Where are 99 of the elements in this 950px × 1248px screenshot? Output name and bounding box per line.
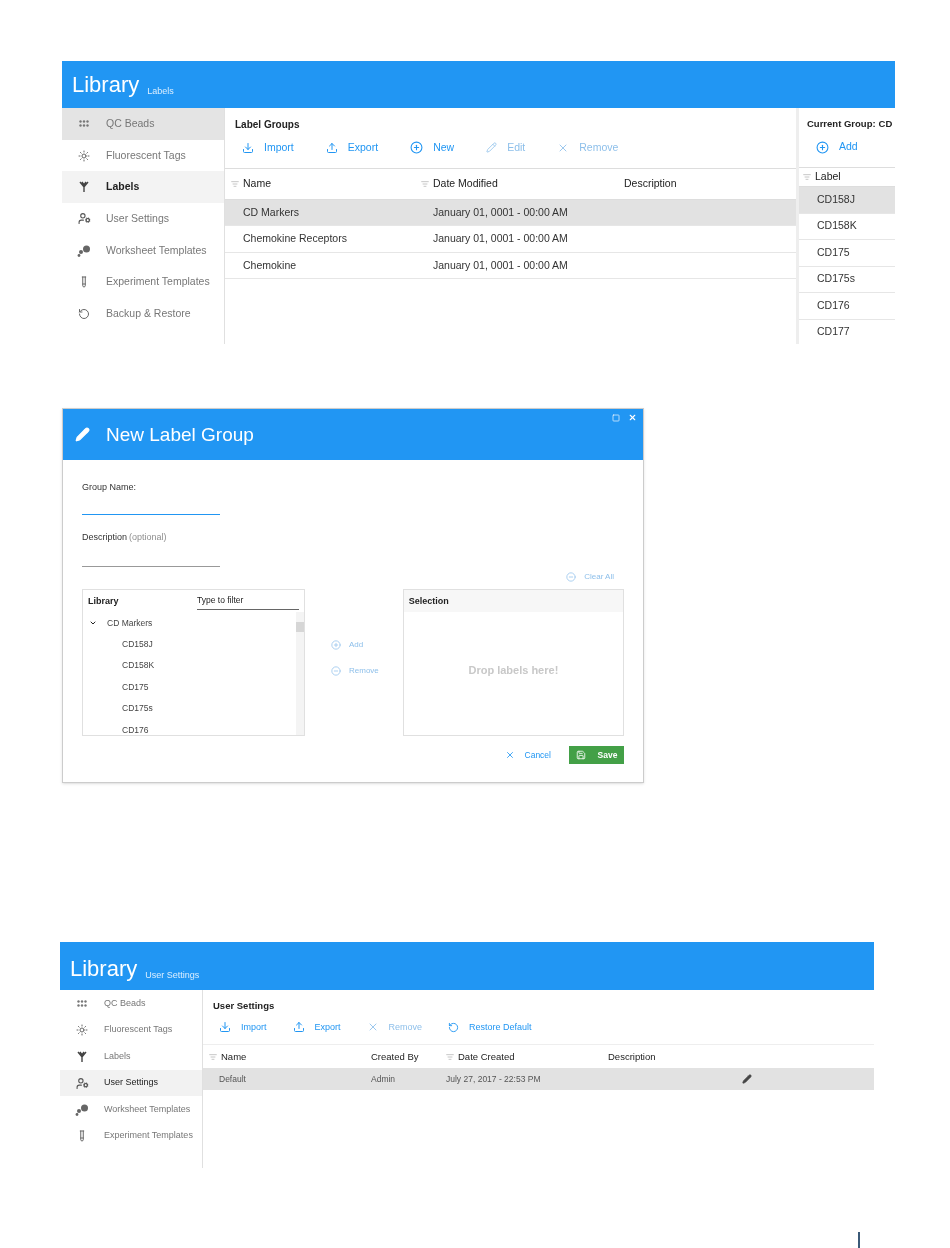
- label-row[interactable]: CD158J: [799, 187, 895, 214]
- sidebar-item[interactable]: Labels: [62, 171, 224, 204]
- panel-title: Library: [88, 594, 120, 608]
- sun-icon: [76, 1024, 88, 1037]
- cancel-button[interactable]: Cancel: [504, 749, 551, 762]
- maximize-button[interactable]: [612, 413, 620, 422]
- user-gear-icon: [75, 1076, 89, 1090]
- toolbar-button[interactable]: Restore Default: [448, 1020, 532, 1035]
- tree-item[interactable]: CD158K: [89, 654, 296, 677]
- sidebar-label: Experiment Templates: [104, 1129, 193, 1143]
- sort-icon: [446, 1052, 454, 1061]
- dots-icon: [77, 1000, 87, 1008]
- field-label: Group Name:: [82, 481, 138, 495]
- panel-title: Current Group:: [807, 117, 876, 131]
- restore-icon: [78, 307, 90, 320]
- app-subtitle: Labels: [147, 87, 174, 96]
- column-header[interactable]: Description: [616, 175, 790, 192]
- scrollbar[interactable]: [296, 612, 304, 736]
- column-header[interactable]: Date Modified: [421, 175, 616, 192]
- sidebar-label: User Settings: [104, 1076, 159, 1090]
- filter-input[interactable]: Type to filter: [197, 592, 299, 610]
- sidebar-item[interactable]: User Settings: [60, 1069, 202, 1097]
- sidebar-label: Worksheet Templates: [106, 242, 207, 258]
- sidebar-label: Worksheet Templates: [104, 1102, 191, 1116]
- sun-icon: [78, 149, 90, 162]
- dialog-title: New Label Group: [106, 422, 254, 447]
- sidebar-label: Fluorescent Tags: [104, 1023, 173, 1037]
- download-icon: [242, 141, 254, 154]
- toolbar-button[interactable]: Export: [325, 140, 379, 156]
- sidebar-label: Labels: [104, 1049, 131, 1063]
- tree-item[interactable]: CD175s: [89, 697, 296, 720]
- column-header[interactable]: Name: [231, 175, 421, 192]
- tree-item[interactable]: CD158J: [89, 633, 296, 655]
- tree-item[interactable]: CD175: [89, 676, 296, 698]
- table-cell-text: Admin: [371, 1072, 397, 1086]
- pencil-icon[interactable]: [742, 1074, 752, 1085]
- download-icon: [219, 1021, 231, 1034]
- panel-title: User Settings: [212, 999, 276, 1014]
- toolbar-button[interactable]: Import: [219, 1020, 267, 1035]
- table-cell-text: January 01, 0001 - 00:00 AM: [433, 257, 569, 273]
- table-cell-text: July 27, 2017 - 22:53 PM: [446, 1072, 542, 1086]
- table-row[interactable]: CD Markers January 01, 0001 - 00:00 AM: [225, 199, 796, 227]
- upload-icon: [292, 1021, 305, 1034]
- sidebar-label: QC Beads: [104, 996, 146, 1010]
- group-name: CD: [878, 117, 893, 131]
- plus-circle-icon: [331, 640, 341, 651]
- add-icon: [410, 141, 424, 155]
- table-cell-text: January 01, 0001 - 00:00 AM: [433, 231, 569, 247]
- dots-icon: [79, 120, 89, 128]
- pencil-icon: [486, 142, 498, 154]
- table-cell-text: Default: [219, 1072, 247, 1086]
- circles-icon: [75, 1103, 89, 1116]
- close-icon: [504, 750, 515, 761]
- sidebar-label: User Settings: [106, 211, 170, 227]
- pencil-icon: [75, 427, 90, 443]
- antibody-icon: [76, 1050, 88, 1063]
- sort-icon: [231, 179, 239, 188]
- app-title: Library: [72, 74, 140, 96]
- sidebar-label: Fluorescent Tags: [106, 147, 186, 163]
- upload-icon: [325, 141, 338, 154]
- tree-node[interactable]: CD Markers: [89, 612, 296, 634]
- close-button[interactable]: [628, 413, 637, 423]
- column-header[interactable]: Name: [209, 1049, 371, 1064]
- column-header[interactable]: Date Created: [446, 1049, 608, 1064]
- minus-circle-icon: [331, 666, 341, 677]
- sidebar-label: Experiment Templates: [106, 274, 210, 290]
- minus-circle-icon: [566, 572, 577, 583]
- app-subtitle: User Settings: [145, 971, 200, 981]
- table-cell-text: CD Markers: [243, 204, 300, 220]
- table-cell-text: Chemokine Receptors: [243, 231, 348, 247]
- add-icon: [816, 140, 829, 154]
- sort-icon: [803, 173, 811, 181]
- sort-icon: [421, 179, 429, 188]
- circles-icon: [77, 244, 91, 257]
- sidebar-item[interactable]: QC Beads: [62, 108, 224, 140]
- app-title: Library: [70, 958, 138, 981]
- restore-icon: [448, 1021, 460, 1033]
- table-cell-text: Chemokine: [243, 257, 298, 273]
- save-button[interactable]: Save: [569, 746, 624, 765]
- user-gear-icon: [77, 212, 91, 226]
- table-cell-text: January 01, 0001 - 00:00 AM: [433, 204, 569, 220]
- column-header[interactable]: Description: [608, 1049, 748, 1064]
- panel-title: Label Groups: [234, 118, 301, 132]
- antibody-icon: [78, 181, 90, 194]
- sort-icon: [209, 1052, 217, 1061]
- sidebar-label: Labels: [106, 179, 140, 195]
- optional-hint: (optional): [129, 531, 167, 545]
- column-header[interactable]: Created By: [371, 1049, 446, 1064]
- tree-item[interactable]: CD176: [89, 719, 296, 736]
- sidebar-label: QC Beads: [106, 115, 155, 131]
- field-label: Description: [82, 531, 128, 545]
- panel-title: Selection: [408, 594, 449, 608]
- table-row[interactable]: Default Admin July 27, 2017 - 22:53 PM: [203, 1068, 874, 1091]
- toolbar-button[interactable]: Add: [816, 139, 858, 155]
- toolbar-button[interactable]: Export: [292, 1020, 341, 1035]
- sidebar-label: Backup & Restore: [106, 306, 191, 322]
- toolbar-button[interactable]: New: [410, 140, 455, 156]
- toolbar-button[interactable]: Import: [242, 140, 294, 156]
- page-marker: [858, 1232, 860, 1248]
